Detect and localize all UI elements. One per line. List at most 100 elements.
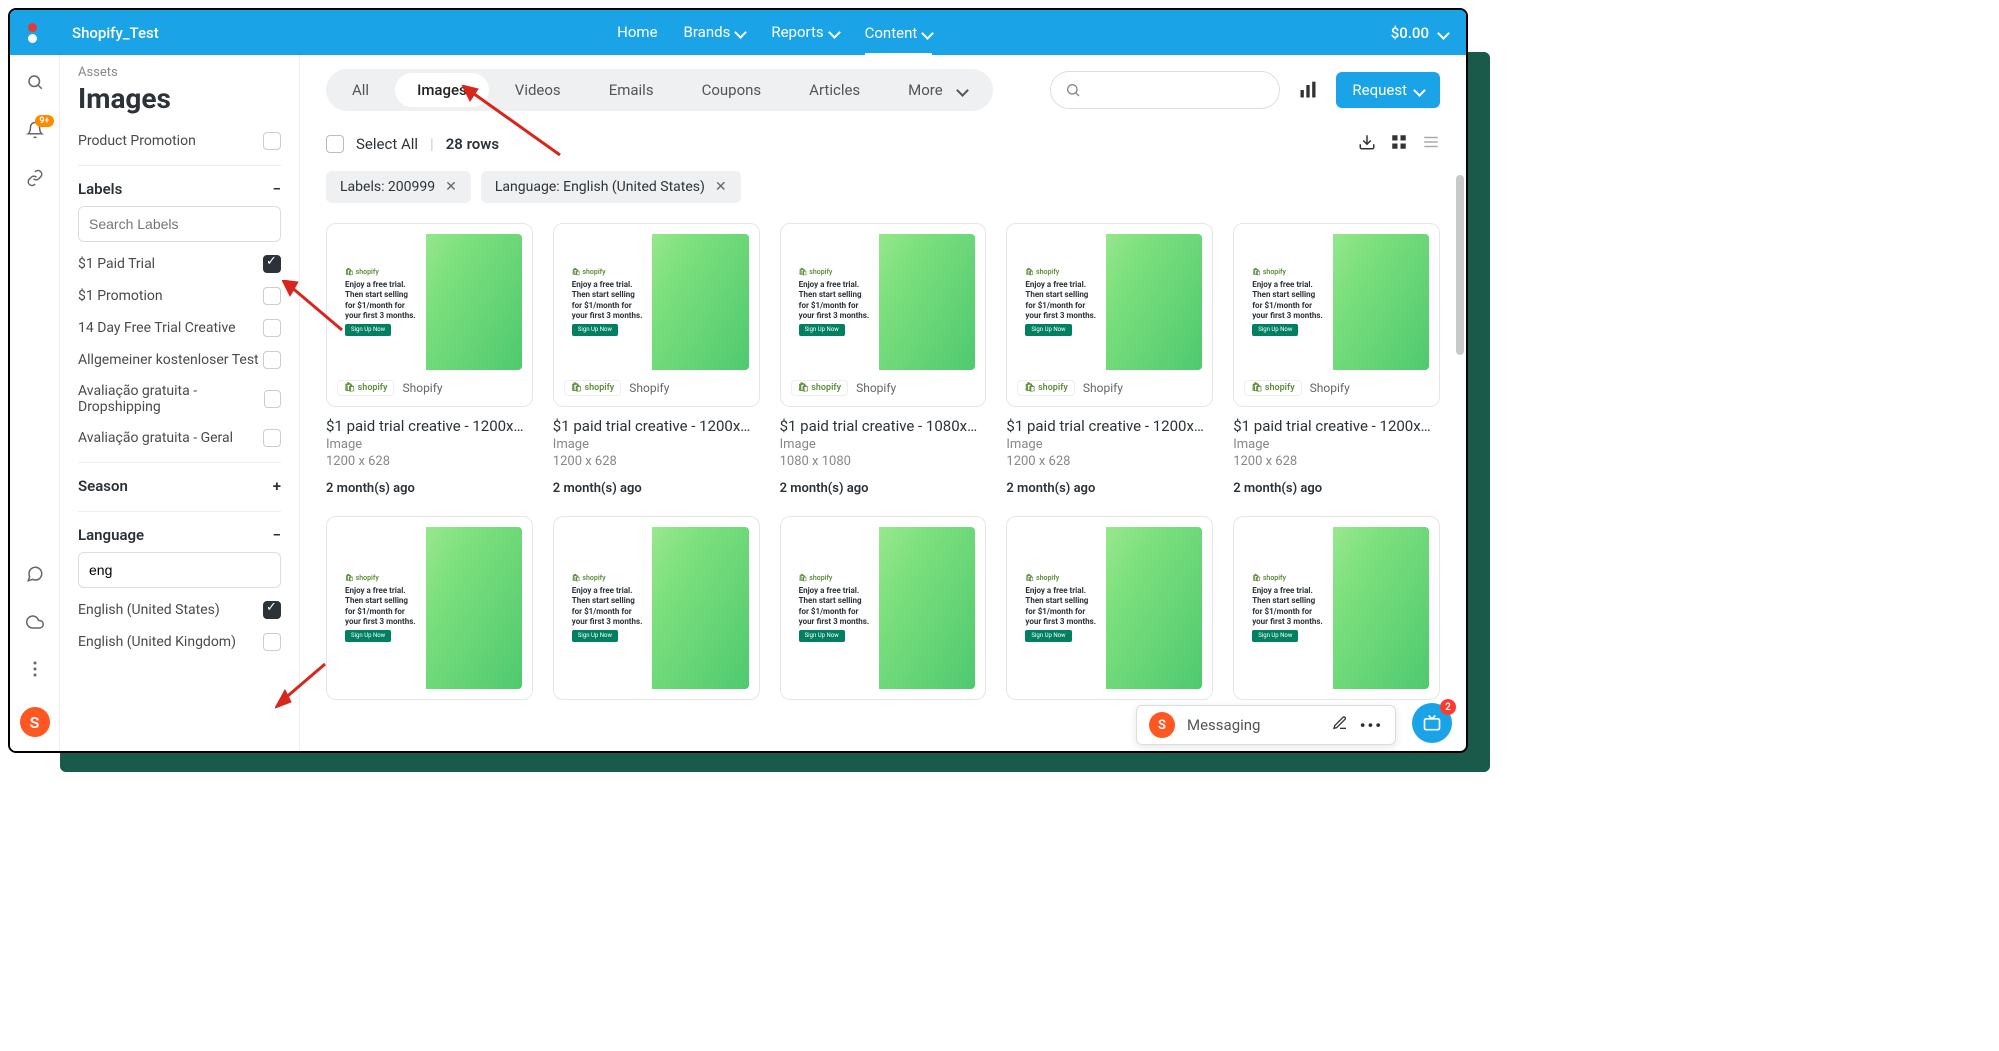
checkbox[interactable] [263,633,281,651]
tab-videos[interactable]: Videos [493,73,583,107]
grid-view-icon[interactable] [1390,133,1408,155]
asset-thumbnail[interactable]: 🛍 shopify Enjoy a free trial. Then start… [326,516,533,700]
row-count: 28 rows [446,135,499,153]
checkbox[interactable] [263,319,281,337]
more-icon[interactable] [33,661,37,681]
checkbox[interactable] [263,351,281,369]
language-search-input[interactable] [78,552,281,588]
nav-content[interactable]: Content [865,23,933,56]
brand-row: 🛍 shopify Shopify [1244,380,1429,396]
asset-card[interactable]: 🛍 shopify Enjoy a free trial. Then start… [553,223,760,496]
expand-icon[interactable]: + [273,477,281,495]
tab-emails[interactable]: Emails [587,73,676,107]
download-icon[interactable] [1358,133,1376,155]
asset-thumbnail[interactable]: 🛍 shopify Enjoy a free trial. Then start… [553,516,760,700]
list-view-icon[interactable] [1422,133,1440,155]
asset-thumbnail[interactable]: 🛍 shopify Enjoy a free trial. Then start… [1006,223,1213,407]
filter-product-promotion[interactable]: Product Promotion [78,125,281,157]
asset-title: $1 paid trial creative - 1080x… [780,417,987,435]
checkbox[interactable] [263,255,281,273]
filter-english-uk[interactable]: English (United Kingdom) [78,626,281,658]
app-logo [28,23,42,43]
filter-avaliacao-drop[interactable]: Avaliação gratuita - Dropshipping [78,376,281,422]
collapse-icon[interactable]: − [273,180,281,198]
chevron-down-icon [958,81,967,99]
section-labels[interactable]: Labels − [78,165,281,206]
link-icon[interactable] [26,169,44,191]
content-search[interactable] [1050,71,1280,109]
asset-card[interactable]: 🛍 shopify Enjoy a free trial. Then start… [1233,223,1440,496]
tab-more[interactable]: More [886,73,989,107]
filter-english-us[interactable]: English (United States) [78,594,281,626]
more-icon[interactable]: ••• [1360,716,1383,735]
workspace-name[interactable]: Shopify_Test [72,24,159,42]
content-area: All Images Videos Emails Coupons Article… [300,55,1466,751]
asset-title: $1 paid trial creative - 1200x… [326,417,533,435]
asset-age: 2 month(s) ago [553,481,760,496]
checkbox[interactable] [263,287,281,305]
asset-thumbnail[interactable]: 🛍 shopify Enjoy a free trial. Then start… [326,223,533,407]
collapse-icon[interactable]: − [273,526,281,544]
messaging-avatar: S [1149,712,1175,738]
asset-thumbnail[interactable]: 🛍 shopify Enjoy a free trial. Then start… [1006,516,1213,700]
nav-reports[interactable]: Reports [771,23,838,43]
filter-allgemeiner[interactable]: Allgemeiner kostenloser Test [78,344,281,376]
asset-card[interactable]: 🛍 shopify Enjoy a free trial. Then start… [553,516,760,700]
search-icon[interactable] [26,73,44,95]
filter-1-paid-trial[interactable]: $1 Paid Trial [78,248,281,280]
cloud-icon[interactable] [26,613,44,635]
asset-thumbnail[interactable]: 🛍 shopify Enjoy a free trial. Then start… [780,516,987,700]
asset-card[interactable]: 🛍 shopify Enjoy a free trial. Then start… [1233,516,1440,700]
filter-14-day[interactable]: 14 Day Free Trial Creative [78,312,281,344]
checkbox[interactable] [264,390,281,408]
user-avatar[interactable]: S [20,707,50,737]
compose-icon[interactable] [1332,715,1348,735]
asset-card[interactable]: 🛍 shopify Enjoy a free trial. Then start… [780,223,987,496]
close-icon[interactable]: ✕ [445,179,457,195]
tab-articles[interactable]: Articles [787,73,882,107]
nav-brands[interactable]: Brands [684,23,746,43]
notification-badge: 9+ [35,115,53,127]
asset-card[interactable]: 🛍 shopify Enjoy a free trial. Then start… [780,516,987,700]
asset-thumbnail[interactable]: 🛍 shopify Enjoy a free trial. Then start… [1233,223,1440,407]
filter-chip-language[interactable]: Language: English (United States) ✕ [481,171,741,203]
fab-badge: 2 [1440,699,1456,715]
filter-chip-labels[interactable]: Labels: 200999 ✕ [326,171,471,203]
section-language[interactable]: Language − [78,511,281,552]
nav-home[interactable]: Home [617,23,657,43]
chat-icon[interactable] [26,565,44,587]
chevron-down-icon [736,23,745,41]
select-all-checkbox[interactable] [326,135,344,153]
labels-search-input[interactable] [78,206,281,242]
scrollbar[interactable] [1456,175,1464,355]
asset-thumbnail[interactable]: 🛍 shopify Enjoy a free trial. Then start… [553,223,760,407]
asset-thumbnail[interactable]: 🛍 shopify Enjoy a free trial. Then start… [780,223,987,407]
asset-card[interactable]: 🛍 shopify Enjoy a free trial. Then start… [326,516,533,700]
asset-card[interactable]: 🛍 shopify Enjoy a free trial. Then start… [1006,516,1213,700]
asset-type: Image [1233,437,1440,452]
asset-title: $1 paid trial creative - 1200x… [553,417,760,435]
tab-coupons[interactable]: Coupons [680,73,784,107]
close-icon[interactable]: ✕ [715,179,727,195]
messaging-widget[interactable]: S Messaging ••• [1136,705,1396,745]
asset-card[interactable]: 🛍 shopify Enjoy a free trial. Then start… [1006,223,1213,496]
tab-all[interactable]: All [330,73,391,107]
help-fab[interactable]: 2 [1412,703,1452,743]
asset-card[interactable]: 🛍 shopify Enjoy a free trial. Then start… [326,223,533,496]
asset-thumbnail[interactable]: 🛍 shopify Enjoy a free trial. Then start… [1233,516,1440,700]
select-all-label[interactable]: Select All [356,135,418,153]
filter-1-promotion[interactable]: $1 Promotion [78,280,281,312]
section-season[interactable]: Season + [78,462,281,503]
checkbox[interactable] [263,601,281,619]
analytics-icon[interactable] [1298,80,1318,100]
tab-images[interactable]: Images [395,73,489,107]
request-button[interactable]: Request [1336,72,1440,108]
notifications-icon[interactable]: 9+ [26,121,44,143]
search-icon [1065,82,1081,98]
breadcrumb[interactable]: Assets [78,65,281,80]
checkbox[interactable] [263,429,281,447]
checkbox[interactable] [263,132,281,150]
filter-avaliacao-geral[interactable]: Avaliação gratuita - Geral [78,422,281,454]
chevron-down-icon [923,24,932,42]
balance-dropdown[interactable]: $0.00 [1391,24,1448,42]
